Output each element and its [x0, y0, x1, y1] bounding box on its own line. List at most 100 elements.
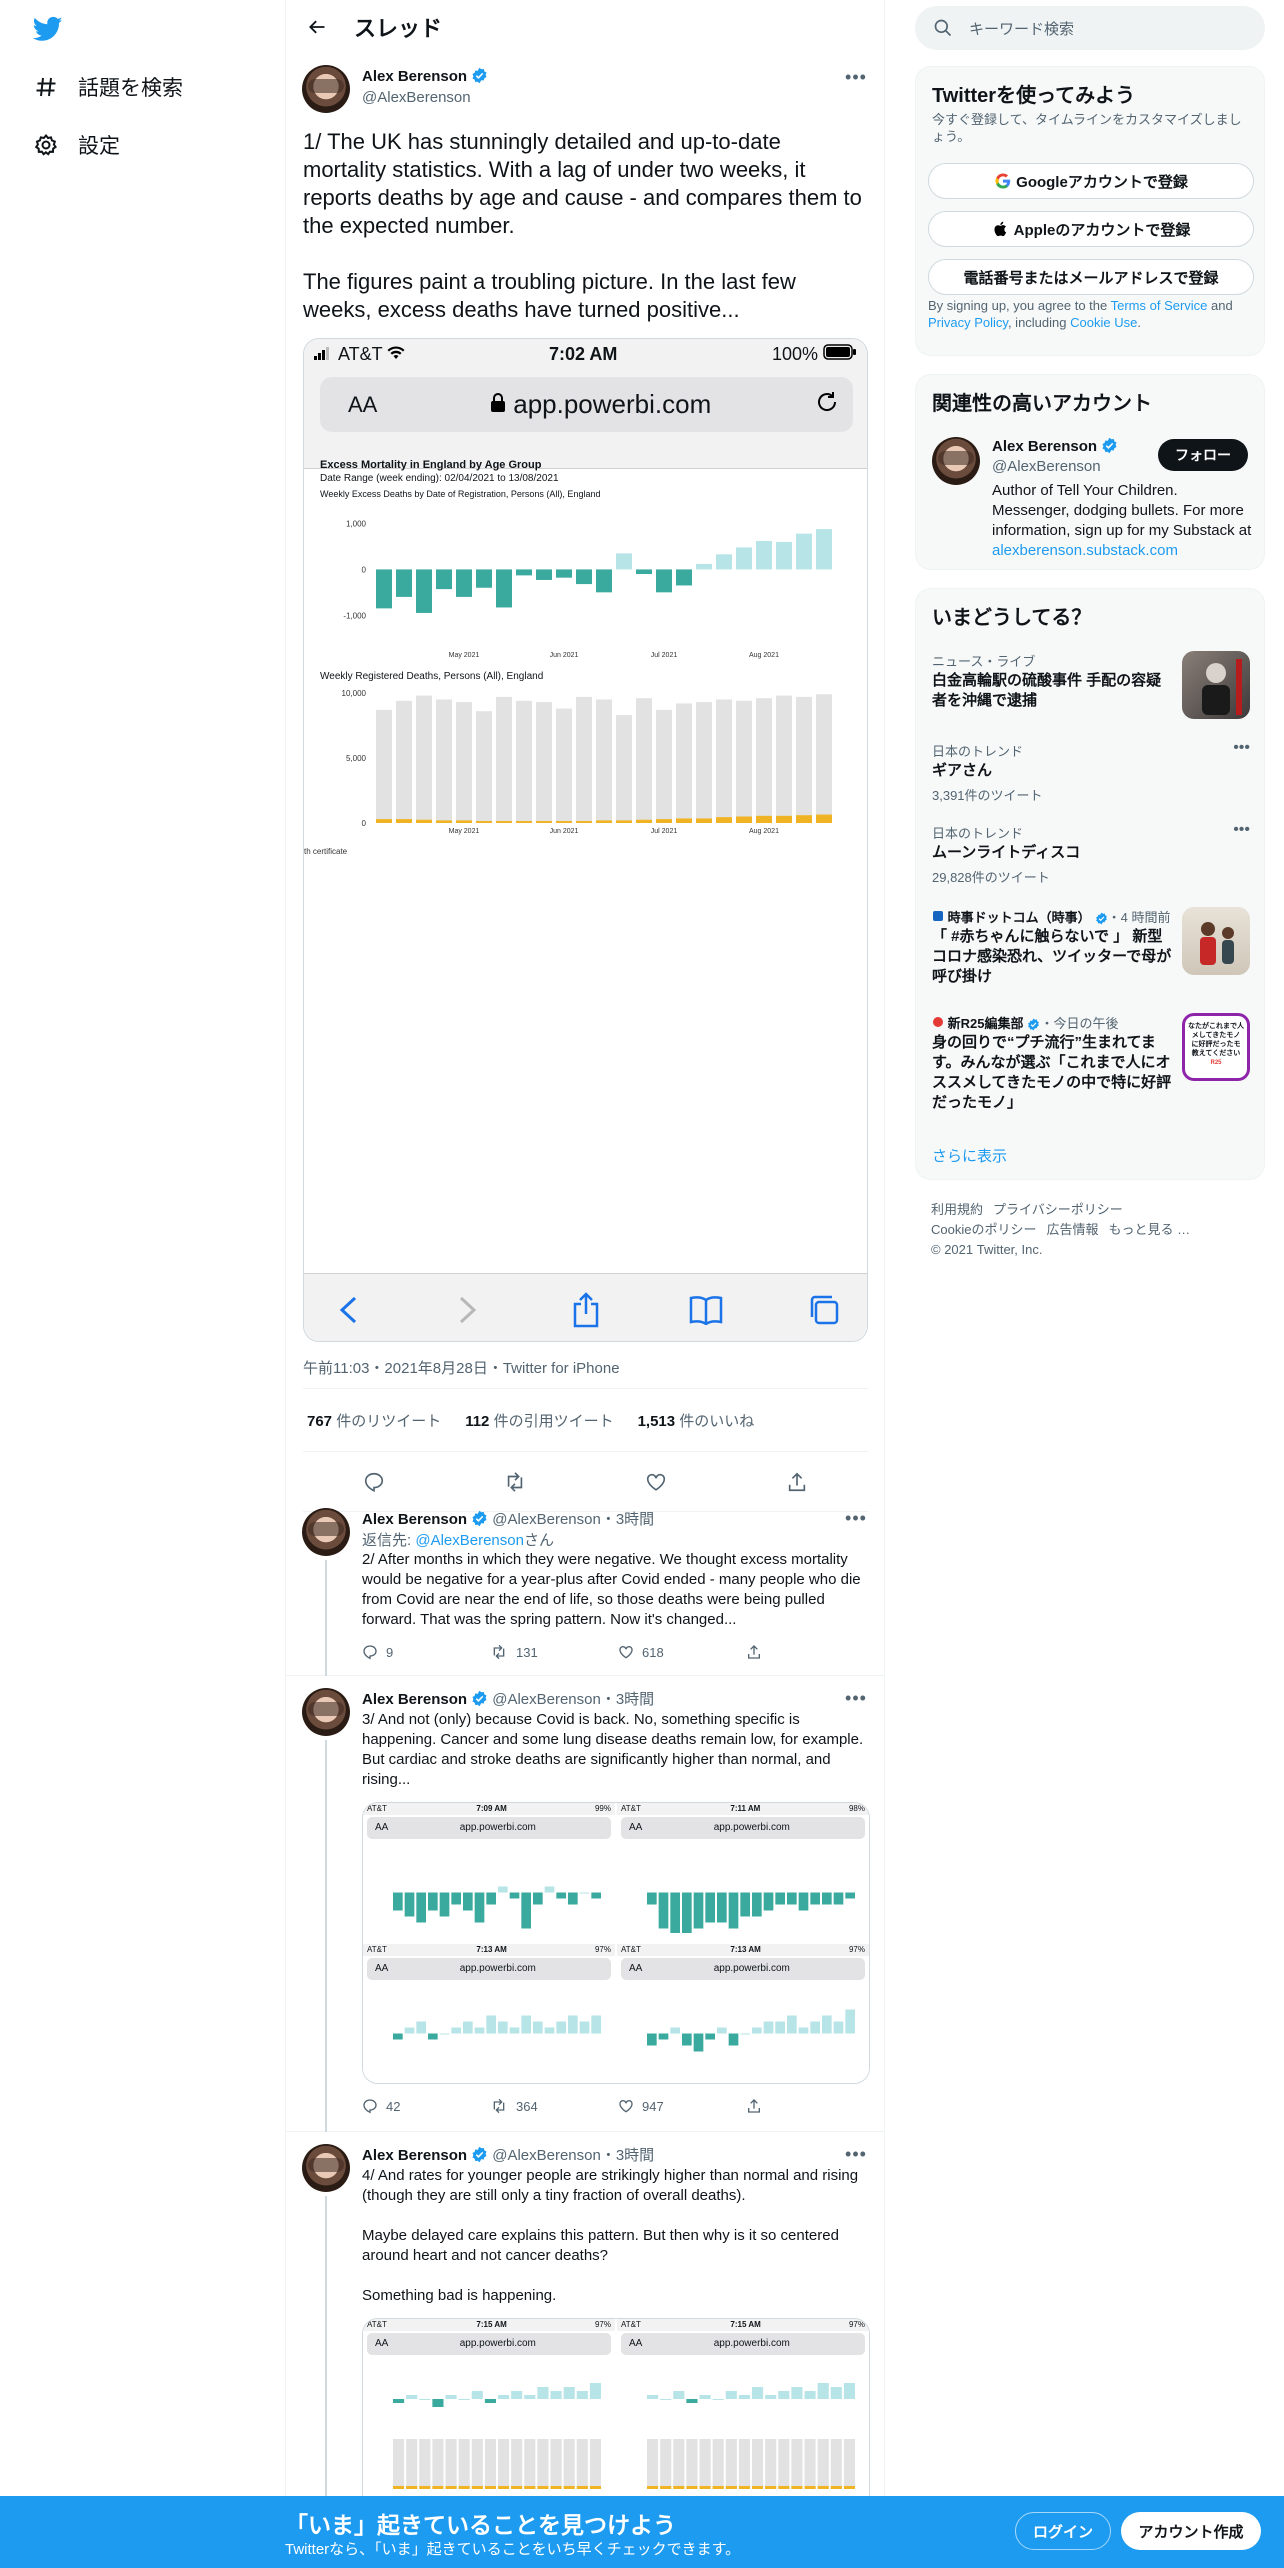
- more-options-icon[interactable]: •••: [1233, 821, 1250, 839]
- reply-image[interactable]: AT&T 7:13 AM 97% AA app.powerbi.com: [617, 1944, 869, 2083]
- author-name[interactable]: Alex Berenson: [362, 67, 488, 85]
- tweet-image[interactable]: AT&T 7:02 AM 100% AA app.powerbi.com Exc…: [303, 338, 868, 1342]
- trend-item[interactable]: ニュース・ライブ 白金高輪駅の硫酸事件 手配の容疑者を沖縄で逮捕: [916, 651, 1266, 731]
- covid-bar: [616, 820, 632, 823]
- bar: [736, 547, 752, 570]
- tos-link[interactable]: Terms of Service: [1111, 298, 1208, 313]
- mini-bar: [817, 2383, 829, 2399]
- verified-badge-icon: [472, 1690, 487, 1707]
- reply-image[interactable]: AT&T 7:15 AM 97% AA app.powerbi.com: [617, 2319, 869, 2497]
- retweet-button[interactable]: 131: [490, 1644, 618, 1660]
- retweet-button[interactable]: 364: [490, 2098, 618, 2114]
- share-button[interactable]: [746, 2098, 874, 2114]
- mini-bar: [647, 2033, 657, 2046]
- reply-image-grid[interactable]: AT&T 7:09 AM 99% AA app.powerbi.com AT&T 7:11…: [362, 1802, 870, 2084]
- phone-email-signup-button[interactable]: 電話番号またはメールアドレスで登録: [928, 259, 1254, 295]
- chart2-title: Weekly Registered Deaths, Persons (All),…: [320, 671, 544, 682]
- share-icon[interactable]: [785, 1470, 809, 1494]
- search-bar[interactable]: キーワード検索: [915, 6, 1265, 50]
- reply-image[interactable]: AT&T 7:09 AM 99% AA app.powerbi.com: [363, 1803, 615, 1942]
- quote-stat[interactable]: 112 件の引用ツイート: [465, 1410, 613, 1431]
- mini-status-bar: AT&T 7:13 AM 97%: [617, 1944, 869, 1956]
- mini-bar: [822, 2015, 832, 2034]
- retweet-stat[interactable]: 767 件のリツイート: [307, 1410, 441, 1431]
- more-options-icon[interactable]: •••: [1233, 739, 1250, 757]
- more-options-icon[interactable]: •••: [841, 67, 871, 87]
- mini-bar: [445, 2395, 457, 2399]
- back-arrow-icon[interactable]: [300, 10, 334, 44]
- bar: [596, 569, 612, 593]
- like-button[interactable]: 618: [618, 1644, 746, 1660]
- nav-explore[interactable]: 話題を検索: [32, 67, 183, 107]
- retweet-icon[interactable]: [503, 1470, 527, 1494]
- mini-bar: [843, 2383, 855, 2399]
- avatar[interactable]: [302, 65, 350, 113]
- reply-image[interactable]: AT&T 7:15 AM 97% AA app.powerbi.com: [363, 2319, 615, 2497]
- x-tick-label: May 2021: [449, 652, 480, 659]
- reply-button[interactable]: 42: [362, 2098, 490, 2114]
- google-signup-button[interactable]: Googleアカウントで登録: [928, 163, 1254, 199]
- mini-bar: [537, 2387, 549, 2399]
- trend-item[interactable]: 時事ドットコム（時事） ・4 時間前 「 #赤ちゃんに触らないで 」 新型コロナ感…: [916, 907, 1266, 993]
- bar: [456, 702, 472, 823]
- reply-image[interactable]: AT&T 7:11 AM 98% AA app.powerbi.com: [617, 1803, 869, 1942]
- mini-bar: [728, 2033, 739, 2046]
- privacy-link[interactable]: Privacy Policy: [928, 315, 1008, 330]
- like-icon[interactable]: [644, 1470, 668, 1494]
- reply-image-grid[interactable]: AT&T 7:15 AM 97% AA app.powerbi.com AT&T 7:15…: [362, 2318, 870, 2498]
- mini-bar: [428, 1892, 438, 1911]
- avatar[interactable]: [302, 1508, 350, 1556]
- nav-settings[interactable]: 設定: [32, 125, 120, 165]
- twitter-logo-icon[interactable]: [32, 14, 64, 44]
- more-options-icon[interactable]: •••: [841, 1508, 871, 1528]
- mini-bar: [787, 2015, 797, 2034]
- footer-link[interactable]: プライバシーポリシー: [993, 1202, 1123, 1217]
- reply-button[interactable]: 9: [362, 1644, 490, 1660]
- bar: [816, 694, 832, 823]
- reload-icon: [815, 390, 839, 421]
- author-handle[interactable]: @AlexBerenson: [362, 89, 471, 106]
- trend-item[interactable]: 日本のトレンド ムーンライトディスコ 29,828件のツイート •••: [916, 821, 1266, 893]
- share-button[interactable]: [746, 1644, 874, 1660]
- cookie-link[interactable]: Cookie Use: [1070, 315, 1137, 330]
- mini-bar: [725, 2439, 737, 2489]
- trend-item[interactable]: 日本のトレンド ギアさん 3,391件のツイート •••: [916, 739, 1266, 811]
- mini-bar: [810, 2021, 820, 2034]
- substack-link[interactable]: alexberenson.substack.com: [992, 542, 1178, 559]
- show-more-link[interactable]: さらに表示: [932, 1145, 1007, 1166]
- reply-icon[interactable]: [362, 1470, 386, 1494]
- mini-bar: [791, 2439, 803, 2489]
- reply-image[interactable]: AT&T 7:13 AM 97% AA app.powerbi.com: [363, 1944, 615, 2083]
- mini-bar: [699, 2486, 711, 2489]
- trend-item[interactable]: 新R25編集部 ・今日の午後 身の回りで“プチ流行”生まれてます。みんなが選ぶ「こ…: [916, 1013, 1266, 1123]
- mini-bar: [778, 2486, 790, 2489]
- mini-bar: [419, 2399, 431, 2400]
- reply-tweet[interactable]: Alex Berenson @AlexBerenson・3時間 ••• 3/ A…: [286, 1676, 884, 2132]
- footer-link[interactable]: Cookieのポリシー: [931, 1222, 1036, 1237]
- more-options-icon[interactable]: •••: [841, 1688, 871, 1708]
- mini-bar: [406, 2486, 418, 2489]
- bar: [596, 699, 612, 823]
- footer-link[interactable]: 広告情報: [1046, 1222, 1098, 1237]
- reply-text: 4/ And rates for younger people are stri…: [362, 2167, 859, 2304]
- avatar[interactable]: [302, 1688, 350, 1736]
- footer-link[interactable]: もっと見る …: [1108, 1222, 1190, 1237]
- reply-tweet[interactable]: Alex Berenson @AlexBerenson・3時間 ••• 返信先:…: [286, 1496, 884, 1676]
- apple-signup-button[interactable]: Appleのアカウントで登録: [928, 211, 1254, 247]
- like-stat[interactable]: 1,513 件のいいね: [638, 1410, 755, 1431]
- tweet-text: 1/ The UK has stunningly detailed and up…: [303, 129, 862, 322]
- covid-bar: [436, 820, 452, 823]
- more-options-icon[interactable]: •••: [841, 2144, 871, 2164]
- like-button[interactable]: 947: [618, 2098, 746, 2114]
- avatar[interactable]: [932, 437, 980, 485]
- login-button[interactable]: ログイン: [1015, 2512, 1111, 2550]
- related-name[interactable]: Alex Berenson: [992, 437, 1118, 455]
- mini-bar: [521, 1892, 531, 1929]
- related-handle[interactable]: @AlexBerenson: [992, 458, 1101, 475]
- bar: [636, 569, 652, 574]
- mini-bar: [556, 1892, 566, 1899]
- follow-button[interactable]: フォロー: [1158, 439, 1248, 471]
- signup-button[interactable]: アカウント作成: [1121, 2512, 1261, 2550]
- avatar[interactable]: [302, 2144, 350, 2192]
- footer-link[interactable]: 利用規約: [931, 1202, 983, 1217]
